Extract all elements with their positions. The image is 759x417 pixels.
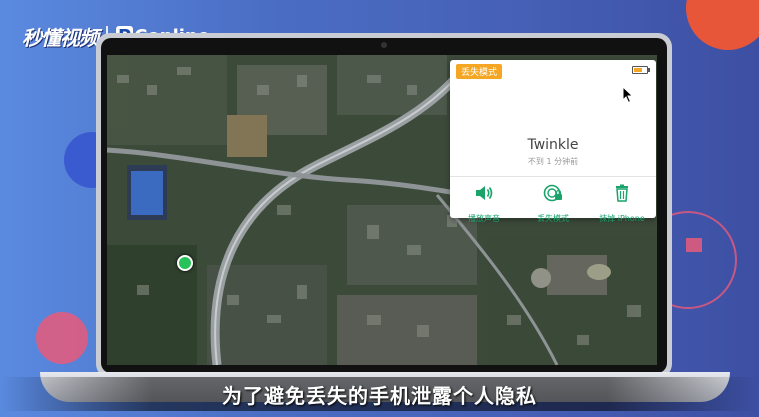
erase-iphone-button[interactable]: 抹掉 iPhone: [588, 184, 656, 225]
speaker-icon: [476, 186, 493, 200]
panel-divider: [450, 176, 656, 177]
play-sound-label: 播放声音: [468, 214, 500, 223]
device-location-pin[interactable]: [177, 255, 193, 271]
lost-mode-button[interactable]: 丢失模式: [519, 184, 587, 225]
battery-icon: [632, 66, 650, 74]
lost-mode-icon: [543, 184, 562, 202]
last-seen-time: 不到 1 分钟前: [527, 157, 579, 166]
play-sound-button[interactable]: 播放声音: [450, 184, 518, 225]
lost-mode-badge: 丢失模式: [456, 64, 503, 79]
lost-mode-label: 丢失模式: [537, 214, 569, 223]
find-my-iphone-panel: 丢失模式 Twinkle 不到 1 分钟前 播放声音 丢失模式 抹掉 iPhon…: [450, 60, 656, 223]
webcam: [381, 42, 387, 48]
erase-iphone-label: 抹掉 iPhone: [599, 214, 645, 223]
trash-icon: [616, 184, 628, 202]
device-name: Twinkle: [527, 137, 579, 153]
battery-level: [634, 68, 643, 72]
mouse-cursor-icon: [622, 86, 634, 104]
video-brand-text: 秒懂视频: [22, 25, 99, 50]
video-subtitle: 为了避免丢失的手机泄露个人隐私: [222, 384, 537, 408]
